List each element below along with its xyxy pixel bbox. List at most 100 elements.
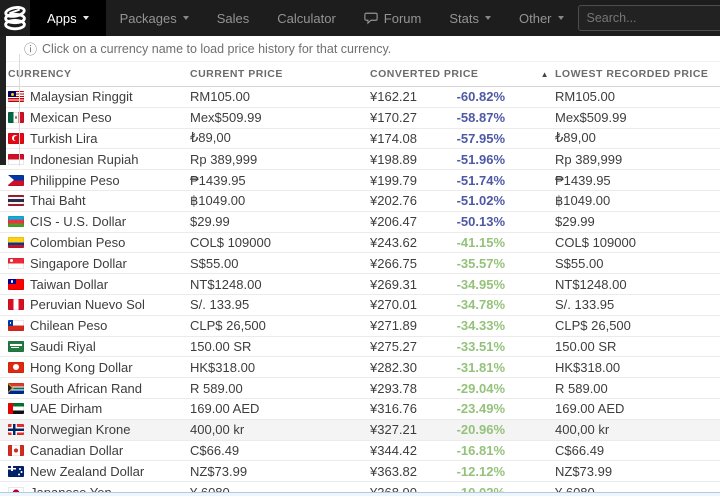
currency-name-link[interactable]: CIS - U.S. Dollar — [30, 214, 126, 229]
currency-name-link[interactable]: Singapore Dollar — [30, 256, 127, 271]
converted-price: ¥198.89 — [370, 152, 430, 167]
lowest-recorded-price: ฿1049.00 — [555, 193, 720, 209]
table-row[interactable]: Saudi Riyal 150.00 SR ¥275.27 -33.51% 15… — [0, 337, 720, 358]
currency-name-link[interactable]: Peruvian Nuevo Sol — [30, 297, 145, 312]
table-row[interactable]: New Zealand Dollar NZ$73.99 ¥363.82 -12.… — [0, 461, 720, 482]
nav-item-stats[interactable]: Stats — [435, 0, 505, 36]
caret-down-icon — [183, 16, 189, 20]
caret-down-icon — [83, 16, 89, 20]
nav-item-other[interactable]: Other — [505, 0, 578, 36]
lowest-recorded-price: S/. 133.95 — [555, 297, 720, 312]
currency-name-link[interactable]: Chilean Peso — [30, 318, 107, 333]
table-row[interactable]: Colombian Peso COL$ 109000 ¥243.62 -41.1… — [0, 233, 720, 254]
steamdb-logo-icon[interactable] — [0, 0, 30, 36]
table-header: CURRENCY CURRENT PRICE CONVERTED PRICE ▲… — [0, 62, 720, 87]
converted-price: ¥206.47 — [370, 214, 430, 229]
currency-name-link[interactable]: Canadian Dollar — [30, 443, 123, 458]
country-flag-icon — [8, 112, 24, 123]
lowest-recorded-price: ₱1439.95 — [555, 173, 720, 188]
currency-name-link[interactable]: Philippine Peso — [30, 173, 120, 188]
country-flag-icon — [8, 91, 24, 102]
sort-ascending-icon[interactable]: ▲ — [505, 70, 555, 79]
country-flag-icon — [8, 383, 24, 394]
nav-label-calculator: Calculator — [277, 11, 336, 26]
lowest-recorded-price: COL$ 109000 — [555, 235, 720, 250]
table-row[interactable]: Philippine Peso ₱1439.95 ¥199.79 -51.74%… — [0, 170, 720, 191]
discount-percent: -51.74% — [430, 173, 505, 188]
converted-price: ¥174.08 — [370, 131, 430, 146]
country-flag-icon — [8, 466, 24, 477]
current-price: C$66.49 — [190, 443, 370, 458]
header-lowest-price[interactable]: LOWEST RECORDED PRICE — [555, 68, 720, 80]
table-row[interactable]: South African Rand R 589.00 ¥293.78 -29.… — [0, 378, 720, 399]
currency-name-link[interactable]: Colombian Peso — [30, 235, 125, 250]
current-price: NT$1248.00 — [190, 277, 370, 292]
current-price: COL$ 109000 — [190, 235, 370, 250]
table-row[interactable]: Norwegian Krone 400,00 kr ¥327.21 -20.96… — [0, 420, 720, 441]
converted-price: ¥270.01 — [370, 297, 430, 312]
table-row[interactable]: CIS - U.S. Dollar $29.99 ¥206.47 -50.13%… — [0, 212, 720, 233]
currency-name-link[interactable]: Indonesian Rupiah — [30, 152, 138, 167]
table-row[interactable]: Hong Kong Dollar HK$318.00 ¥282.30 -31.8… — [0, 357, 720, 378]
header-converted-price[interactable]: CONVERTED PRICE — [370, 68, 505, 80]
lowest-recorded-price: 150.00 SR — [555, 339, 720, 354]
table-row[interactable]: UAE Dirham 169.00 AED ¥316.76 -23.49% 16… — [0, 399, 720, 420]
country-flag-icon — [8, 133, 24, 144]
table-row[interactable]: Peruvian Nuevo Sol S/. 133.95 ¥270.01 -3… — [0, 295, 720, 316]
converted-price: ¥327.21 — [370, 422, 430, 437]
country-flag-icon — [8, 341, 24, 352]
currency-name-link[interactable]: Hong Kong Dollar — [30, 360, 133, 375]
discount-percent: -41.15% — [430, 235, 505, 250]
nav-item-calculator[interactable]: Calculator — [263, 0, 350, 36]
lowest-recorded-price: Rp 389,999 — [555, 152, 720, 167]
table-row[interactable]: Indonesian Rupiah Rp 389,999 ¥198.89 -51… — [0, 149, 720, 170]
nav-item-apps[interactable]: Apps — [30, 0, 106, 36]
converted-price: ¥344.42 — [370, 443, 430, 458]
currency-name-link[interactable]: Thai Baht — [30, 193, 86, 208]
discount-percent: -51.02% — [430, 193, 505, 208]
table-row[interactable]: Singapore Dollar S$55.00 ¥266.75 -35.57%… — [0, 253, 720, 274]
converted-price: ¥243.62 — [370, 235, 430, 250]
chat-bubble-icon — [364, 12, 378, 25]
converted-price: ¥282.30 — [370, 360, 430, 375]
table-row[interactable]: Malaysian Ringgit RM105.00 ¥162.21 -60.8… — [0, 87, 720, 108]
currency-name-link[interactable]: New Zealand Dollar — [30, 464, 144, 479]
currency-name-link[interactable]: Saudi Riyal — [30, 339, 96, 354]
lowest-recorded-price: NZ$73.99 — [555, 464, 720, 479]
discount-percent: -16.81% — [430, 443, 505, 458]
current-price: R 589.00 — [190, 381, 370, 396]
search-container — [578, 5, 720, 31]
nav-item-sales[interactable]: Sales — [203, 0, 264, 36]
discount-percent: -57.95% — [430, 131, 505, 146]
nav-label-packages: Packages — [120, 11, 177, 26]
currency-name-link[interactable]: South African Rand — [30, 381, 142, 396]
table-row[interactable]: Taiwan Dollar NT$1248.00 ¥269.31 -34.95%… — [0, 274, 720, 295]
header-currency[interactable]: CURRENCY — [0, 68, 190, 80]
table-row[interactable]: Thai Baht ฿1049.00 ¥202.76 -51.02% ฿1049… — [0, 191, 720, 212]
search-input[interactable] — [578, 5, 720, 31]
country-flag-icon — [8, 362, 24, 373]
discount-percent: -34.33% — [430, 318, 505, 333]
country-flag-icon — [8, 403, 24, 414]
table-row[interactable]: Chilean Peso CLP$ 26,500 ¥271.89 -34.33%… — [0, 316, 720, 337]
currency-name-link[interactable]: Norwegian Krone — [30, 422, 130, 437]
currency-name-link[interactable]: Mexican Peso — [30, 110, 112, 125]
currency-name-link[interactable]: Malaysian Ringgit — [30, 89, 133, 104]
discount-percent: -33.51% — [430, 339, 505, 354]
converted-price: ¥199.79 — [370, 173, 430, 188]
currency-name-link[interactable]: Turkish Lira — [30, 131, 97, 146]
converted-price: ¥363.82 — [370, 464, 430, 479]
discount-percent: -12.12% — [430, 464, 505, 479]
nav-item-forum[interactable]: Forum — [350, 0, 436, 36]
table-row[interactable]: Turkish Lira ₺89,00 ¥174.08 -57.95% ₺89,… — [0, 129, 720, 150]
header-current-price[interactable]: CURRENT PRICE — [190, 68, 370, 80]
nav-item-packages[interactable]: Packages — [106, 0, 203, 36]
info-icon: ⓘ — [24, 39, 37, 58]
currency-name-link[interactable]: Taiwan Dollar — [30, 277, 108, 292]
table-row[interactable]: Canadian Dollar C$66.49 ¥344.42 -16.81% … — [0, 441, 720, 462]
lowest-recorded-price: S$55.00 — [555, 256, 720, 271]
currency-name-link[interactable]: UAE Dirham — [30, 401, 102, 416]
table-row[interactable]: Mexican Peso Mex$509.99 ¥170.27 -58.87% … — [0, 108, 720, 129]
country-flag-icon — [8, 258, 24, 269]
discount-percent: -35.57% — [430, 256, 505, 271]
